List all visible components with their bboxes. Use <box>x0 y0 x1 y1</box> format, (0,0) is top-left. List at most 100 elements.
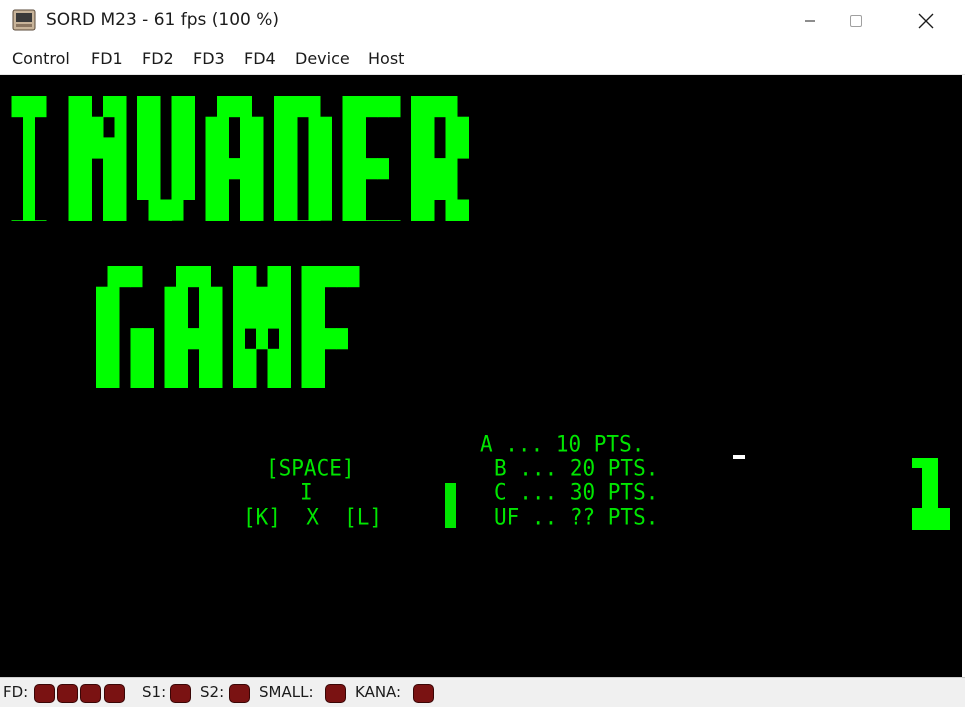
menu-fd4[interactable]: FD4 <box>244 49 276 68</box>
minimize-button[interactable] <box>787 0 833 42</box>
title-game-pixel <box>176 266 188 288</box>
title-game-pixel <box>130 348 143 370</box>
title-invader-pixel <box>308 158 321 180</box>
title-invader-pixel <box>274 220 286 221</box>
title-invader-pixel <box>285 220 298 221</box>
title-game-pixel <box>210 286 223 308</box>
title-invader-pixel <box>103 158 115 180</box>
title-invader-pixel <box>68 137 81 159</box>
title-invader-pixel <box>445 116 458 138</box>
title-invader-pixel <box>23 178 35 200</box>
emulator-screen[interactable]: [SPACE] I [K] X [L] A ... 10 PTS. B ... … <box>0 75 962 677</box>
title-invader-pixel <box>68 96 81 118</box>
title-invader-pixel <box>91 137 104 159</box>
title-game-pixel <box>233 328 245 350</box>
title-invader-pixel <box>68 199 81 221</box>
title-invader-pixel <box>148 158 161 180</box>
title-game-pixel <box>96 286 108 308</box>
menu-bar: Control FD1 FD2 FD3 FD4 Device Host <box>0 42 965 75</box>
title-invader-pixel <box>217 178 229 200</box>
maximize-button[interactable] <box>833 0 879 42</box>
title-game-pixel <box>199 328 211 350</box>
menu-host[interactable]: Host <box>368 49 404 68</box>
title-invader-pixel <box>240 137 252 159</box>
title-invader-pixel <box>205 158 218 180</box>
title-invader-pixel <box>183 116 195 138</box>
title-invader-pixel <box>422 220 435 221</box>
title-invader-pixel <box>297 96 309 118</box>
title-game-pixel <box>279 348 291 370</box>
title-game-pixel <box>199 348 211 370</box>
title-game-pixel <box>233 348 245 370</box>
title-game-pixel <box>336 266 348 288</box>
title-invader-pixel <box>240 116 252 138</box>
menu-control[interactable]: Control <box>12 49 70 68</box>
minimize-icon <box>805 20 815 22</box>
title-game-pixel <box>267 348 280 370</box>
title-game-pixel <box>107 286 120 308</box>
title-invader-pixel <box>388 96 401 118</box>
title-game-pixel <box>301 369 314 388</box>
title-invader-pixel <box>422 158 435 180</box>
title-game-pixel <box>107 348 120 370</box>
title-game-pixel <box>313 286 325 308</box>
title-invader-pixel <box>114 199 127 221</box>
title-invader-pixel <box>274 178 286 200</box>
title-game-pixel <box>199 286 211 308</box>
title-game-pixel <box>244 369 257 388</box>
menu-fd3[interactable]: FD3 <box>193 49 225 68</box>
title-game-pixel <box>301 266 314 288</box>
title-invader-pixel <box>217 96 229 118</box>
maximize-icon <box>850 15 862 27</box>
title-invader-pixel <box>103 96 115 118</box>
title-invader-pixel <box>434 178 446 200</box>
title-invader-pixel <box>114 178 127 200</box>
score-b: B ... 20 PTS. <box>494 455 659 481</box>
title-game-pixel <box>107 266 120 288</box>
title-invader-pixel <box>103 199 115 221</box>
title-game-pixel <box>347 266 360 288</box>
close-button[interactable] <box>903 0 949 42</box>
fd4-led <box>104 684 125 703</box>
title-invader-pixel <box>308 116 321 138</box>
title-game-pixel <box>301 307 314 329</box>
title-invader-pixel <box>308 137 321 159</box>
window-title: SORD M23 - 61 fps (100 %) <box>46 10 280 30</box>
title-invader-pixel <box>388 220 401 221</box>
title-invader-pixel <box>274 137 286 159</box>
title-invader-pixel <box>114 220 127 221</box>
title-invader-pixel <box>68 158 81 180</box>
title-invader-pixel <box>285 137 298 159</box>
title-game-pixel <box>187 266 200 288</box>
title-invader-pixel <box>274 96 286 118</box>
title-invader <box>11 96 469 221</box>
title-game-pixel <box>176 328 188 350</box>
title-invader-pixel <box>80 178 92 200</box>
title-game-pixel <box>256 328 268 350</box>
title-invader-pixel <box>183 96 195 118</box>
status-small-label: SMALL: <box>259 683 314 701</box>
title-game-pixel <box>267 286 280 308</box>
title-game-pixel <box>96 369 108 388</box>
title-invader-pixel <box>148 178 161 200</box>
title-invader-pixel <box>171 96 184 118</box>
title-invader-pixel <box>308 96 321 118</box>
title-invader-pixel <box>320 158 332 180</box>
title-invader-pixel <box>320 137 332 159</box>
title-game-pixel <box>176 286 188 308</box>
title-game-pixel <box>336 328 348 350</box>
menu-fd1[interactable]: FD1 <box>91 49 123 68</box>
title-invader-pixel <box>445 220 458 221</box>
title-invader-pixel <box>217 199 229 221</box>
title-invader-pixel <box>445 137 458 159</box>
title-invader-pixel <box>34 96 47 118</box>
title-game-pixel <box>210 369 223 388</box>
title-invader-pixel <box>80 220 92 221</box>
menu-fd2[interactable]: FD2 <box>142 49 174 68</box>
status-s1-label: S1: <box>142 683 167 701</box>
small-led <box>325 684 346 703</box>
menu-device[interactable]: Device <box>295 49 350 68</box>
kana-led <box>413 684 434 703</box>
title-invader-pixel <box>274 116 286 138</box>
title-invader-pixel <box>377 158 389 180</box>
